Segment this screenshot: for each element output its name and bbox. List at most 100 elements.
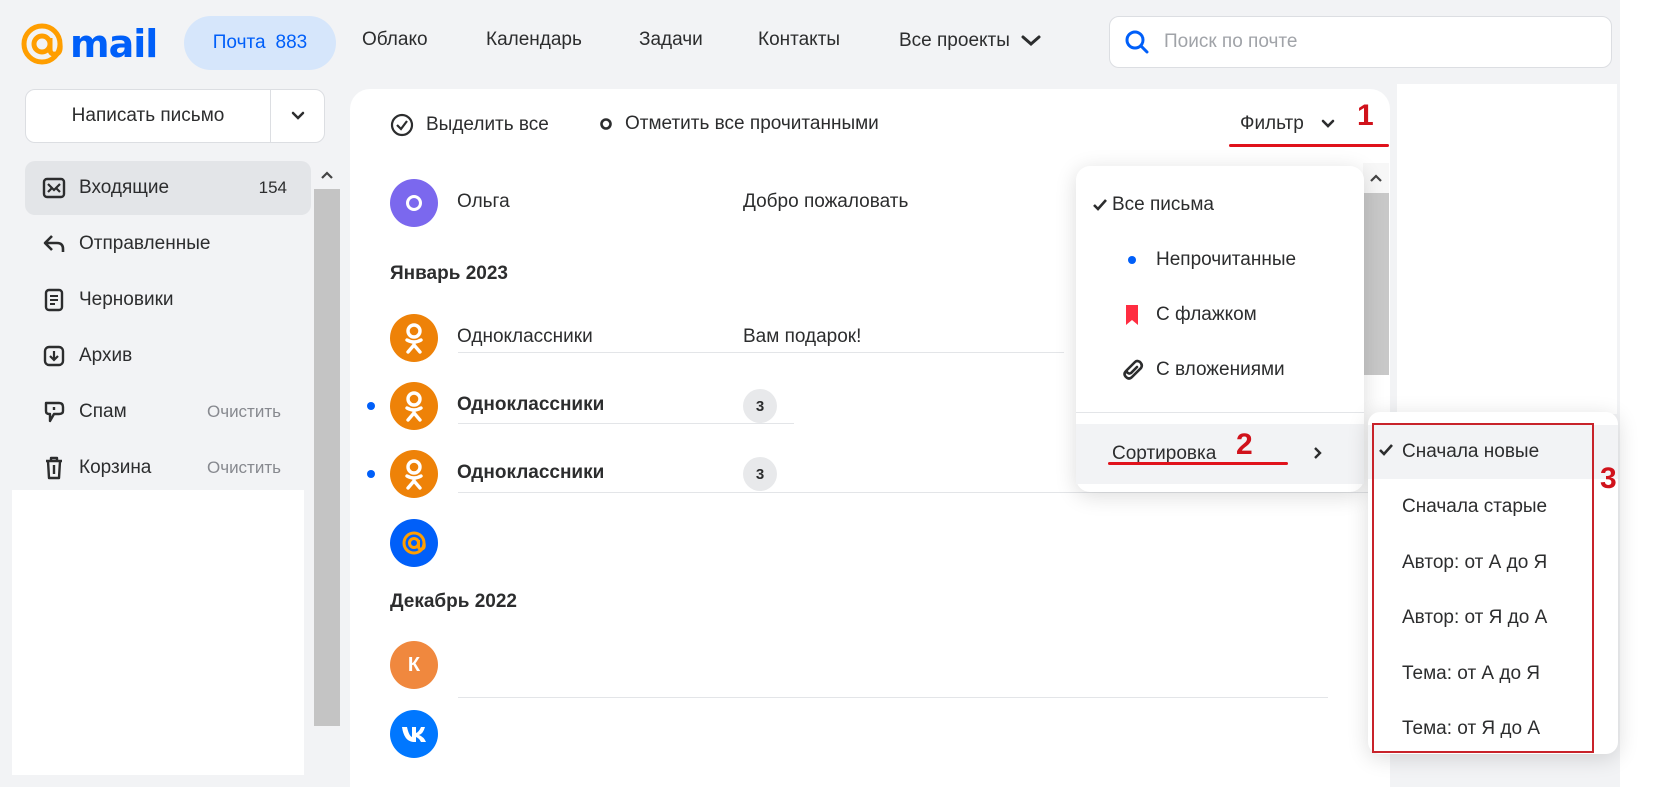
mail-subject: Вам подарок! — [743, 326, 862, 347]
scroll-up-arrow-icon[interactable] — [1363, 163, 1389, 193]
flag-icon — [1118, 304, 1146, 326]
filter-attachments-label: С вложениями — [1156, 359, 1285, 380]
mail-sender: Одноклассники — [457, 394, 605, 415]
mail-row[interactable] — [350, 702, 1390, 766]
paperclip-icon — [1118, 357, 1146, 383]
dropdown-separator — [1076, 412, 1364, 413]
mail-row[interactable]: К — [350, 633, 1390, 697]
filter-flagged[interactable]: С флажком — [1076, 288, 1364, 342]
read-dot-icon — [600, 118, 612, 130]
nav-mail-tab[interactable]: Почта 883 — [184, 16, 336, 70]
mail-list-scrollbar[interactable] — [1363, 163, 1389, 375]
logo-text: mail — [70, 22, 158, 66]
ok-avatar-icon — [390, 450, 438, 498]
page-right-margin — [1620, 0, 1658, 787]
row-separator — [458, 492, 1368, 493]
drafts-icon — [41, 287, 67, 313]
chevron-right-icon — [1312, 445, 1324, 467]
check-circle-icon — [390, 113, 414, 137]
inbox-icon — [41, 175, 67, 201]
avatar-letter: К — [407, 653, 421, 676]
sent-icon — [41, 231, 67, 257]
annotation-underline-2 — [1108, 462, 1288, 465]
folder-spam[interactable]: Спам Очистить — [25, 385, 311, 439]
chevron-down-icon — [1321, 119, 1335, 128]
folder-list: Входящие 154 Отправленные Черновики Архи… — [25, 161, 311, 497]
folder-label: Входящие — [79, 177, 170, 198]
unread-dot-icon — [367, 402, 375, 410]
nav-mail-count: 883 — [275, 32, 308, 53]
avatar-ring-icon — [406, 195, 422, 211]
ok-avatar-icon — [390, 314, 438, 362]
annotation-number-3: 3 — [1600, 462, 1617, 495]
chevron-down-icon — [291, 111, 304, 120]
right-blank-area — [1397, 84, 1617, 414]
compose-options-button[interactable] — [270, 90, 324, 142]
unread-dot-icon — [1118, 255, 1146, 265]
avatar — [390, 179, 438, 227]
filter-unread-label: Непрочитанные — [1156, 249, 1297, 270]
compose-button[interactable]: Написать письмо — [26, 90, 270, 142]
folder-archive[interactable]: Архив — [25, 329, 311, 383]
folder-label: Корзина — [79, 457, 152, 478]
filter-label: Фильтр — [1240, 113, 1304, 134]
at-logo-icon — [21, 23, 63, 65]
folder-count: 154 — [258, 178, 287, 197]
mark-all-read-button[interactable]: Отметить все прочитанными — [599, 113, 879, 135]
folder-inbox[interactable]: Входящие 154 — [25, 161, 311, 215]
filter-attachments[interactable]: С вложениями — [1076, 343, 1364, 397]
mail-logo[interactable]: mail — [18, 20, 158, 68]
spam-icon — [41, 399, 67, 425]
sidebar-scrollbar[interactable] — [314, 161, 340, 726]
folder-drafts[interactable]: Черновики — [25, 273, 311, 327]
folder-trash[interactable]: Корзина Очистить — [25, 441, 311, 495]
row-separator — [458, 697, 1328, 698]
month-header: Декабрь 2022 — [390, 591, 517, 612]
nav-tasks[interactable]: Задачи — [639, 28, 703, 52]
mail-sender: Ольга — [457, 191, 510, 212]
trash-icon — [41, 455, 67, 481]
filter-dropdown: Все письма Непрочитанные С флажком С вло… — [1076, 166, 1364, 492]
avatar: К — [390, 641, 438, 689]
unread-dot-icon — [367, 470, 375, 478]
row-separator — [458, 423, 794, 424]
compose-button-group: Написать письмо — [25, 89, 325, 143]
mailru-avatar-icon — [390, 519, 438, 567]
sort-menu-item[interactable]: Сортировка — [1076, 424, 1364, 484]
mark-all-read-label: Отметить все прочитанными — [625, 113, 879, 134]
month-header: Январь 2023 — [390, 263, 508, 284]
thread-count-badge: 3 — [743, 389, 777, 423]
folder-label: Черновики — [79, 289, 174, 310]
annotation-underline-1 — [1229, 144, 1389, 147]
clear-trash-button[interactable]: Очистить — [207, 458, 281, 478]
nav-cloud[interactable]: Облако — [362, 28, 428, 52]
search-box[interactable] — [1109, 16, 1612, 68]
folder-label: Архив — [79, 345, 133, 366]
mail-subject: Добро пожаловать — [743, 191, 909, 212]
folder-sent[interactable]: Отправленные — [25, 217, 311, 271]
mail-row[interactable] — [350, 511, 1390, 575]
search-input[interactable] — [1164, 31, 1584, 53]
clear-spam-button[interactable]: Очистить — [207, 402, 281, 422]
filter-unread[interactable]: Непрочитанные — [1076, 233, 1364, 287]
mail-sender: Одноклассники — [457, 326, 593, 347]
nav-calendar[interactable]: Календарь — [486, 28, 582, 52]
annotation-highlight-box — [1372, 423, 1594, 753]
check-icon — [1086, 198, 1114, 212]
nav-all-projects[interactable]: Все проекты — [899, 29, 1042, 53]
filter-all-label: Все письма — [1112, 194, 1214, 215]
select-all-button[interactable]: Выделить все — [390, 113, 549, 137]
chevron-down-icon — [1021, 35, 1041, 46]
filter-all-mail[interactable]: Все письма — [1076, 178, 1364, 232]
scroll-up-arrow-icon[interactable] — [314, 161, 340, 189]
select-all-label: Выделить все — [426, 114, 549, 135]
archive-icon — [41, 343, 67, 369]
annotation-number-2: 2 — [1236, 428, 1253, 461]
nav-all-projects-label: Все проекты — [899, 30, 1010, 51]
filter-button[interactable]: Фильтр — [1240, 113, 1336, 135]
nav-contacts[interactable]: Контакты — [758, 28, 840, 52]
header: mail Почта 883 Облако Календарь Задачи К… — [0, 0, 1620, 84]
folder-label: Спам — [79, 401, 127, 422]
row-separator — [458, 352, 1064, 353]
thread-count-badge: 3 — [743, 457, 777, 491]
